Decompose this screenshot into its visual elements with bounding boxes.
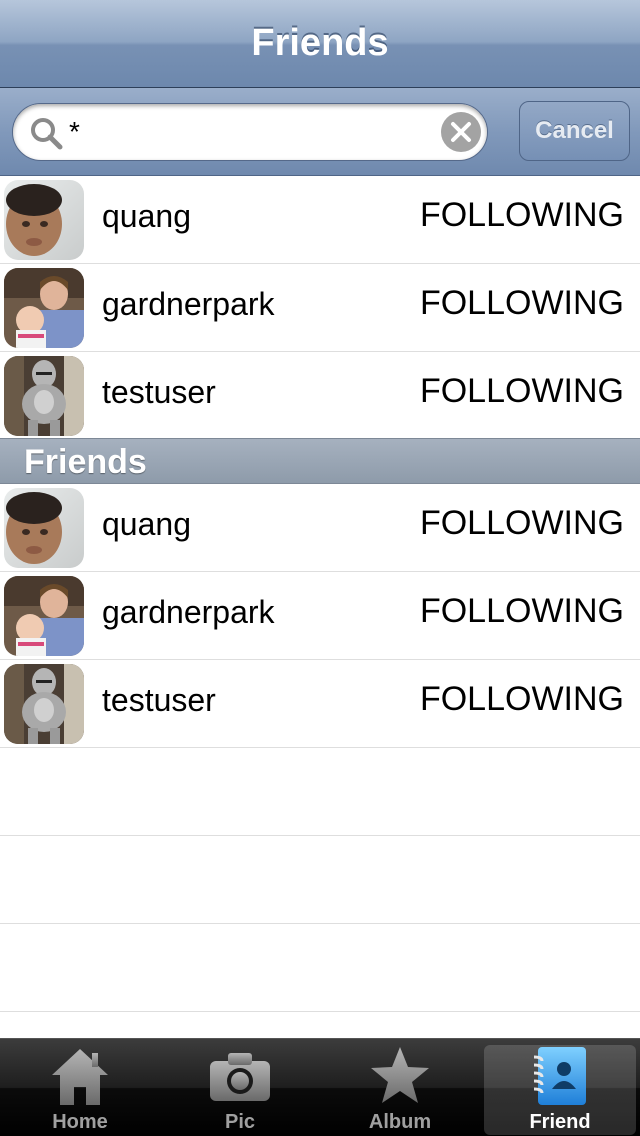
search-field[interactable] (12, 103, 488, 161)
camera-icon (210, 1053, 270, 1101)
tab-label: Album (368, 1111, 432, 1133)
list-item[interactable]: quang FOLLOWING (0, 176, 640, 264)
row-divider (0, 1011, 640, 1012)
user-name: testuser (102, 374, 216, 410)
search-icon (31, 118, 63, 150)
user-name: gardnerpark (102, 286, 275, 322)
navigation-bar: Friends (0, 0, 640, 88)
app-screen: Friends Cancel (0, 0, 640, 1136)
avatar (4, 576, 84, 656)
section-title: Friends (24, 443, 147, 481)
row-divider (0, 835, 640, 836)
tab-label: Friend (529, 1111, 591, 1133)
user-name: gardnerpark (102, 594, 275, 630)
user-name: quang (102, 198, 191, 234)
home-icon (52, 1049, 108, 1105)
star-icon (371, 1047, 429, 1103)
user-name: quang (102, 506, 191, 542)
follow-status[interactable]: FOLLOWING (420, 284, 624, 323)
follow-status[interactable]: FOLLOWING (420, 196, 624, 235)
cancel-button[interactable]: Cancel (519, 101, 630, 161)
tab-label: Home (52, 1111, 108, 1133)
address-book-icon (533, 1047, 586, 1105)
list-item[interactable]: testuser FOLLOWING (0, 352, 640, 440)
avatar (4, 180, 84, 260)
follow-status[interactable]: FOLLOWING (420, 592, 624, 631)
list-item[interactable]: quang FOLLOWING (0, 484, 640, 572)
avatar (4, 356, 84, 436)
tab-friend[interactable]: Friend (480, 1039, 640, 1136)
avatar (4, 664, 84, 744)
section-header: Friends (0, 438, 640, 484)
page-title: Friends (251, 22, 389, 64)
follow-status[interactable]: FOLLOWING (420, 680, 624, 719)
list-item[interactable]: gardnerpark FOLLOWING (0, 572, 640, 660)
tab-label: Pic (224, 1111, 256, 1133)
search-input[interactable] (69, 112, 429, 152)
clear-search-button[interactable] (441, 112, 481, 152)
tab-album[interactable]: Album (320, 1039, 480, 1136)
follow-status[interactable]: FOLLOWING (420, 504, 624, 543)
tab-home[interactable]: Home (0, 1039, 160, 1136)
list-item[interactable]: testuser FOLLOWING (0, 660, 640, 748)
user-name: testuser (102, 682, 216, 718)
clear-icon (451, 122, 471, 142)
tab-pic[interactable]: Pic (160, 1039, 320, 1136)
tab-bar: Home Pic Album Friend (0, 1038, 640, 1136)
row-divider (0, 923, 640, 924)
follow-status[interactable]: FOLLOWING (420, 372, 624, 411)
list-item[interactable]: gardnerpark FOLLOWING (0, 264, 640, 352)
avatar (4, 268, 84, 348)
avatar (4, 488, 84, 568)
